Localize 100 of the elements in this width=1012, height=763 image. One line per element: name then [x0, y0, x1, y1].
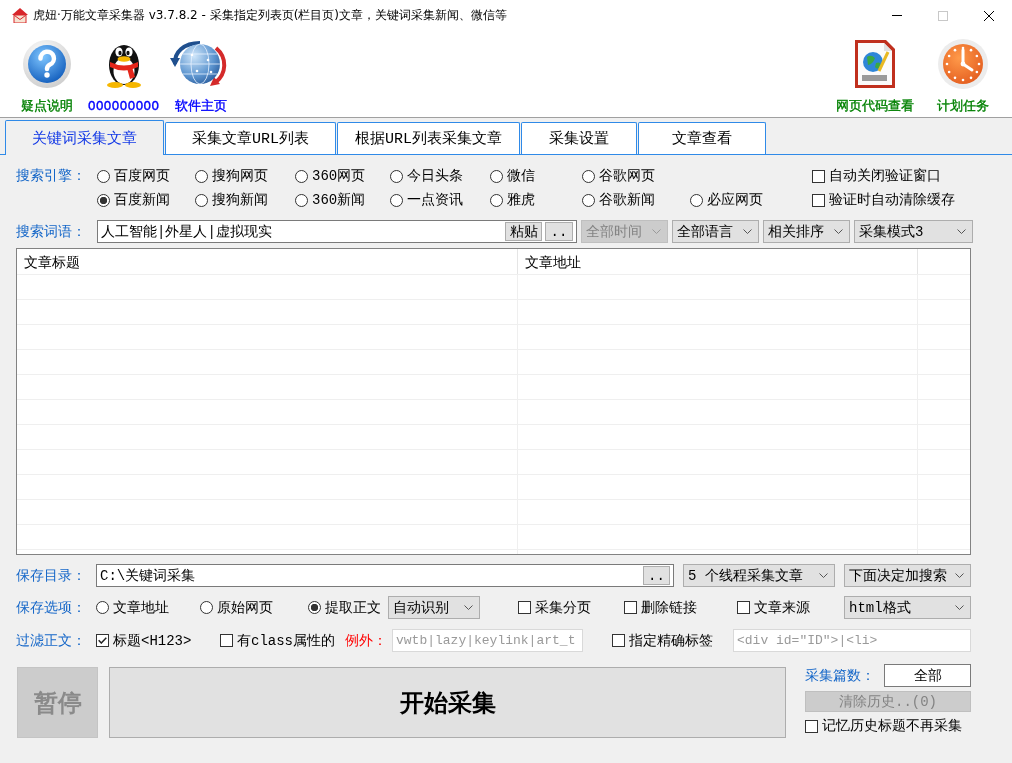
tab[interactable]: 采集设置	[521, 122, 638, 154]
radio-button[interactable]	[390, 193, 403, 207]
html-file-icon	[853, 39, 897, 89]
checkbox[interactable]	[737, 601, 750, 614]
input-field[interactable]: C:\关键词采集 ..	[96, 564, 674, 587]
chevron-down-icon	[819, 573, 828, 578]
tab[interactable]: 文章查看	[638, 122, 767, 154]
field-label: 例外：	[345, 631, 388, 650]
toolbar-button[interactable]: 网页代码查看	[831, 31, 919, 117]
checkbox-label[interactable]: 标题<H123>	[113, 631, 192, 650]
dropdown[interactable]: 采集模式3	[854, 220, 973, 243]
radio-button[interactable]	[200, 601, 213, 614]
chevron-down-icon	[464, 605, 473, 610]
checkbox[interactable]	[220, 634, 233, 647]
radio-button[interactable]	[390, 169, 403, 183]
toolbar-button[interactable]: 000000000	[85, 31, 162, 117]
radio-button[interactable]	[490, 193, 503, 207]
radio-button[interactable]	[295, 169, 308, 183]
checkbox-label[interactable]: 采集分页	[535, 598, 591, 617]
radio-button[interactable]	[582, 193, 595, 207]
checkbox-label[interactable]: 自动关闭验证窗口	[829, 167, 941, 185]
radio-label[interactable]: 360新闻	[312, 191, 366, 209]
dropdown[interactable]: 自动识别	[388, 596, 480, 619]
dropdown[interactable]: 全部语言	[672, 220, 759, 243]
dropdown[interactable]: 下面决定加搜索	[844, 564, 971, 587]
field-label: 过滤正文：	[16, 631, 87, 650]
radio-label[interactable]: 必应网页	[707, 191, 763, 209]
chevron-down-icon	[955, 605, 964, 610]
checkbox-label[interactable]: 删除链接	[641, 598, 697, 617]
checkbox[interactable]	[96, 634, 109, 647]
browse-button[interactable]: ..	[643, 566, 670, 585]
small-button[interactable]: 粘贴	[505, 222, 542, 241]
small-button[interactable]: ..	[545, 222, 573, 241]
chevron-down-icon	[834, 229, 843, 234]
tab[interactable]: 采集文章URL列表	[165, 122, 336, 154]
radio-label[interactable]: 谷歌新闻	[599, 191, 655, 209]
radio-label[interactable]: 搜狗网页	[212, 167, 268, 185]
close-icon	[984, 10, 994, 21]
radio-button[interactable]	[582, 169, 595, 183]
checkbox[interactable]	[612, 634, 625, 647]
field-label: 保存目录：	[16, 566, 86, 585]
help-icon	[22, 40, 71, 88]
radio-label[interactable]: 一点资讯	[407, 191, 463, 209]
checkbox-label[interactable]: 验证时自动清除缓存	[829, 191, 955, 209]
input-field[interactable]: 人工智能|外星人|虚拟现实 粘贴 ..	[97, 220, 577, 243]
checkbox-label[interactable]: 指定精确标签	[629, 631, 713, 650]
radio-button[interactable]	[308, 601, 321, 614]
checkbox[interactable]	[812, 193, 825, 207]
dropdown[interactable]: 5 个线程采集文章	[683, 564, 835, 587]
radio-label[interactable]: 微信	[507, 167, 535, 185]
dropdown[interactable]: 相关排序	[763, 220, 850, 243]
checkbox[interactable]	[805, 719, 818, 733]
checkmark-icon	[98, 637, 107, 644]
radio-label[interactable]: 谷歌网页	[599, 167, 655, 185]
chevron-down-icon	[743, 229, 752, 234]
radio-button[interactable]	[97, 169, 110, 183]
radio-button[interactable]	[490, 169, 503, 183]
checkbox[interactable]	[518, 601, 531, 614]
radio-label[interactable]: 原始网页	[217, 598, 273, 617]
radio-label[interactable]: 雅虎	[507, 191, 535, 209]
radio-label[interactable]: 今日头条	[407, 167, 463, 185]
field-label: 保存选项：	[16, 598, 87, 617]
radio-label[interactable]: 360网页	[312, 167, 366, 185]
field-label: 搜索词语：	[16, 222, 86, 241]
chevron-down-icon	[957, 229, 966, 234]
field-label: 搜索引擎：	[16, 167, 86, 185]
toolbar-button[interactable]: 计划任务	[919, 31, 1007, 117]
window-title: 虎妞·万能文章采集器 v3.7.8.2 - 采集指定列表页(栏目页)文章，关键词采集新闻、微信等	[33, 7, 508, 24]
radio-label[interactable]: 文章地址	[113, 598, 169, 617]
minimize-icon	[892, 15, 902, 16]
radio-label[interactable]: 百度网页	[114, 167, 170, 185]
radio-label[interactable]: 搜狗新闻	[212, 191, 268, 209]
toolbar-button[interactable]: 软件主页	[162, 31, 239, 117]
radio-button[interactable]	[97, 193, 110, 207]
radio-button[interactable]	[295, 193, 308, 207]
checkbox[interactable]	[812, 169, 825, 183]
app-logo-icon	[12, 8, 28, 23]
tab[interactable]: 根据URL列表采集文章	[337, 122, 521, 154]
tab[interactable]: 关键词采集文章	[5, 120, 164, 155]
maximize-icon	[938, 10, 948, 21]
checkbox-label[interactable]: 记忆历史标题不再采集	[822, 717, 962, 735]
chevron-down-icon	[652, 229, 661, 234]
radio-button[interactable]	[96, 601, 109, 614]
checkbox[interactable]	[624, 601, 637, 614]
column-header[interactable]: 文章标题	[17, 249, 518, 274]
radio-button[interactable]	[690, 193, 703, 207]
column-header[interactable]: 文章地址	[518, 249, 918, 274]
dropdown[interactable]: html格式	[844, 596, 971, 619]
field-label: 采集篇数：	[805, 666, 875, 685]
clock-icon	[938, 39, 988, 89]
toolbar-button[interactable]: 疑点说明	[8, 31, 85, 117]
radio-button[interactable]	[195, 169, 208, 183]
radio-button[interactable]	[195, 193, 208, 207]
start-button[interactable]: 开始采集	[109, 667, 786, 738]
checkbox-label[interactable]: 文章来源	[754, 598, 810, 617]
checkbox-label[interactable]: 有class属性的	[237, 631, 335, 650]
input-field[interactable]: 全部	[884, 664, 971, 687]
radio-label[interactable]: 百度新闻	[114, 191, 170, 209]
radio-label[interactable]: 提取正文	[325, 598, 381, 617]
chevron-down-icon	[955, 573, 964, 578]
